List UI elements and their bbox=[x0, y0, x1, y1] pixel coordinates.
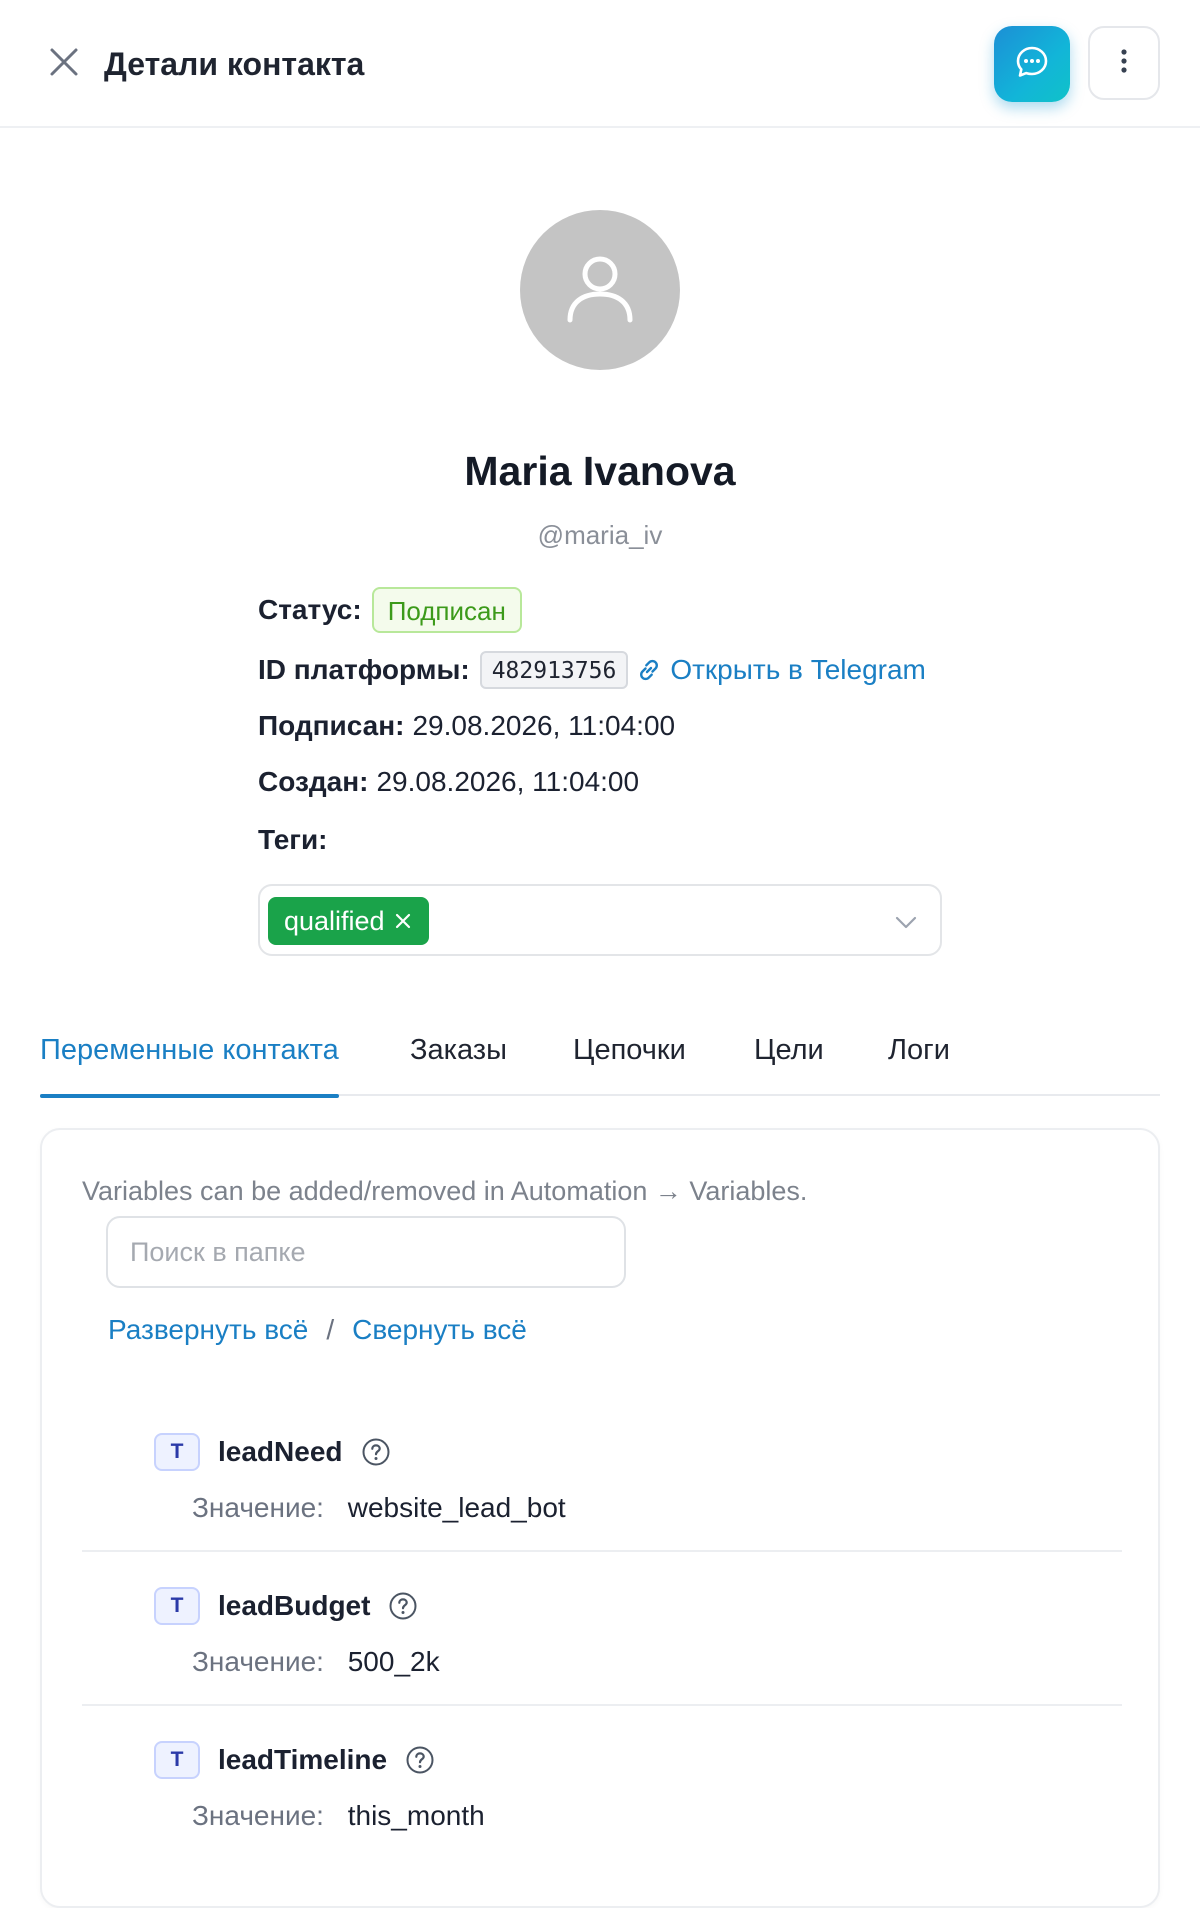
chevron-down-icon bbox=[892, 908, 920, 936]
tab-goals[interactable]: Цели bbox=[754, 1020, 824, 1096]
value-label: Значение: bbox=[192, 1646, 324, 1677]
variable-header: T leadBudget bbox=[154, 1586, 418, 1626]
subscribed-value: 29.08.2026, 11:04:00 bbox=[412, 710, 676, 741]
text-type-badge: T bbox=[154, 1741, 200, 1779]
status-label: Статус: bbox=[258, 594, 362, 625]
expand-all-link[interactable]: Развернуть всё bbox=[108, 1314, 308, 1346]
subscribed-row: Подписан: 29.08.2026, 11:04:00 bbox=[258, 702, 675, 750]
tag-label: qualified bbox=[284, 905, 385, 936]
help-icon[interactable] bbox=[405, 1745, 435, 1775]
contact-username: @maria_iv bbox=[537, 520, 663, 550]
collapse-all-link[interactable]: Свернуть всё bbox=[352, 1314, 527, 1346]
tab-orders[interactable]: Заказы bbox=[410, 1020, 507, 1096]
tab-sequences[interactable]: Цепочки bbox=[573, 1020, 686, 1096]
subscribed-label: Подписан: bbox=[258, 710, 405, 741]
tab-bar: Переменные контакта Заказы Цепочки Цели … bbox=[40, 1020, 1160, 1098]
telegram-link-label: Открыть в Telegram bbox=[670, 654, 926, 685]
avatar bbox=[520, 210, 680, 370]
variables-panel: Variables can be added/removed in Automa… bbox=[40, 1128, 1160, 1908]
variable-name: leadTimeline bbox=[218, 1744, 388, 1775]
variable-value-row: Значение: 500_2k bbox=[192, 1646, 440, 1678]
close-icon bbox=[49, 47, 79, 82]
vertical-dots-icon bbox=[1120, 48, 1128, 79]
variable-value-row: Значение: website_lead_bot bbox=[192, 1492, 566, 1524]
user-icon bbox=[560, 248, 640, 333]
platform-id-row: ID платформы: 482913756 Открыть в Telegr… bbox=[258, 646, 926, 694]
variable-item: T leadTimeline Значение: this_month bbox=[82, 1706, 1122, 1860]
tag-remove-icon[interactable] bbox=[393, 911, 413, 931]
value-label: Значение: bbox=[192, 1492, 324, 1523]
close-button[interactable] bbox=[40, 40, 88, 88]
open-chat-button[interactable] bbox=[994, 26, 1070, 102]
text-type-badge: T bbox=[154, 1433, 200, 1471]
variable-item: T leadBudget Значение: 500_2k bbox=[82, 1552, 1122, 1706]
platform-id-label: ID платформы: bbox=[258, 654, 470, 685]
contact-name: Maria Ivanova bbox=[464, 448, 736, 494]
header-bar: Детали контакта bbox=[0, 0, 1200, 128]
tags-select[interactable]: qualified bbox=[258, 884, 942, 956]
status-badge: Подписан bbox=[371, 587, 522, 633]
variable-name: leadBudget bbox=[218, 1590, 371, 1621]
variable-value: 500_2k bbox=[347, 1646, 440, 1677]
variable-value: website_lead_bot bbox=[347, 1492, 566, 1523]
variable-header: T leadTimeline bbox=[154, 1740, 435, 1780]
variable-value: this_month bbox=[347, 1800, 485, 1831]
open-in-telegram-link[interactable]: Открыть в Telegram bbox=[636, 654, 926, 686]
variable-name: leadNeed bbox=[218, 1436, 343, 1467]
variable-value-row: Значение: this_month bbox=[192, 1800, 485, 1832]
value-label: Значение: bbox=[192, 1800, 324, 1831]
tag-chip: qualified bbox=[268, 897, 429, 945]
variables-hint: Variables can be added/removed in Automa… bbox=[82, 1176, 808, 1206]
text-type-badge: T bbox=[154, 1587, 200, 1625]
platform-id-value: 482913756 bbox=[479, 651, 629, 689]
tab-logs[interactable]: Логи bbox=[888, 1020, 950, 1096]
tab-contact-variables[interactable]: Переменные контакта bbox=[40, 1020, 339, 1098]
chat-bubble-icon bbox=[1014, 44, 1050, 85]
variable-header: T leadNeed bbox=[154, 1432, 391, 1472]
page-title: Детали контакта bbox=[104, 46, 365, 82]
created-value: 29.08.2026, 11:04:00 bbox=[376, 766, 640, 797]
variable-item: T leadNeed Значение: website_lead_bot bbox=[82, 1398, 1122, 1552]
help-icon[interactable] bbox=[361, 1437, 391, 1467]
help-icon[interactable] bbox=[388, 1591, 418, 1621]
expand-collapse-row: Развернуть всё / Свернуть всё bbox=[108, 1314, 527, 1346]
tags-label: Теги: bbox=[258, 824, 328, 855]
more-options-button[interactable] bbox=[1088, 26, 1160, 100]
separator: / bbox=[326, 1314, 335, 1345]
folder-search-input[interactable] bbox=[106, 1216, 626, 1288]
link-icon bbox=[636, 657, 662, 683]
status-row: Статус: Подписан bbox=[258, 586, 522, 634]
created-label: Создан: bbox=[258, 766, 369, 797]
created-row: Создан: 29.08.2026, 11:04:00 bbox=[258, 758, 639, 806]
